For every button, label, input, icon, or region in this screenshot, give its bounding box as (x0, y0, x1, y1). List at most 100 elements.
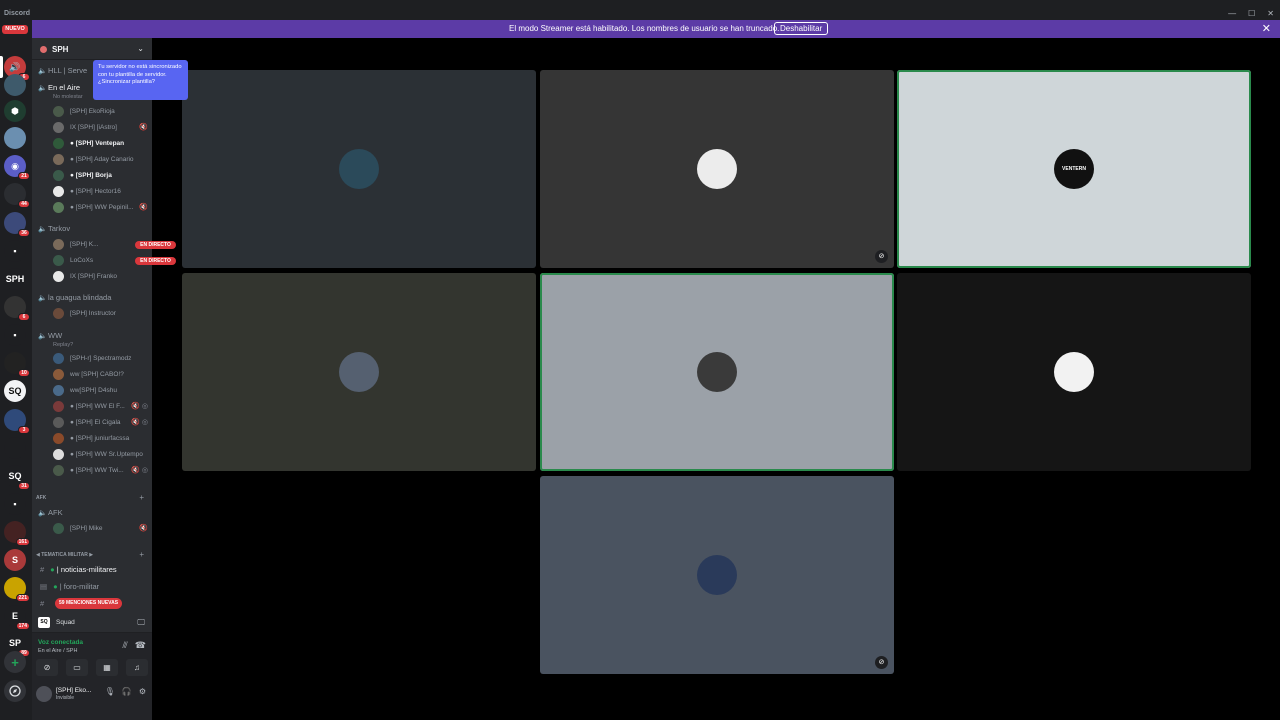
voice-member[interactable]: ● [SPH] WW Twi... 🔇 ◎ (53, 464, 148, 477)
member-name: ● [SPH] Aday Canario (70, 156, 134, 163)
server-gamepad-icon[interactable]: ◉ 21 (4, 155, 30, 180)
chevron-down-icon[interactable]: ⌄ (137, 44, 144, 53)
server-compass-icon[interactable]: 44 (4, 183, 30, 208)
text-channel-foro[interactable]: ▤ ● | foro-militar (40, 582, 99, 591)
new-mentions-badge[interactable]: 59 MENCIONES NUEVAS (55, 598, 123, 609)
video-tile[interactable] (540, 273, 894, 471)
noise-suppression-icon[interactable]: ⫻ (122, 640, 127, 651)
server-soldier-icon[interactable] (4, 74, 26, 96)
server-sph-icon[interactable]: SPH (4, 268, 26, 290)
voice-channel-afk[interactable]: 🔈AFK (38, 508, 63, 517)
server-header[interactable]: SPH ⌄ (32, 38, 152, 60)
mention-badge: 174 (15, 622, 30, 630)
server-sq-icon[interactable]: SQ 31 (4, 465, 30, 490)
headphones-icon[interactable]: 🎧 (122, 687, 132, 696)
voice-member[interactable]: ● [SPH] WW Sr.Uptempo (53, 448, 148, 461)
add-server-button[interactable]: + (4, 651, 26, 673)
member-name: ● [SPH] WW Twi... (70, 467, 124, 474)
server-grid-icon[interactable]: 3 (4, 409, 30, 434)
video-tile[interactable] (897, 273, 1251, 471)
server-map-icon[interactable]: 36 (4, 212, 30, 237)
server-hat-icon[interactable] (4, 127, 26, 149)
soundboard-button[interactable]: ♫ (126, 659, 148, 676)
microphone-icon[interactable]: 🎙 (105, 687, 115, 696)
avatar (53, 523, 64, 534)
add-channel-icon[interactable]: + (139, 550, 144, 559)
live-badge: EN DIRECTO (135, 257, 176, 265)
window-controls: — ☐ ✕ (1228, 9, 1274, 18)
disconnect-icon[interactable]: ☎ (135, 640, 146, 651)
server-s-icon[interactable]: S (4, 549, 26, 571)
voice-member[interactable]: ● [SPH] Borja (53, 169, 148, 182)
mention-badge: 44 (18, 200, 30, 208)
voice-member[interactable]: ● [SPH] juniurfacssa (53, 432, 148, 445)
server-red-icon[interactable]: 161 (4, 521, 30, 546)
voice-member[interactable]: ● [SPH] WW Pepinil... 🔇 (53, 201, 148, 214)
folder-1-icon[interactable]: ▪ (4, 240, 26, 262)
server-recon-icon[interactable]: SQ (4, 380, 26, 402)
muted-icon: 🔇 (139, 124, 148, 131)
server-helmet-icon[interactable] (4, 437, 26, 459)
voice-channel-guagua[interactable]: 🔈la guagua blindada (38, 293, 111, 302)
folder-3-icon[interactable]: ▪ (4, 493, 26, 515)
video-tile[interactable]: VENTERN (897, 70, 1251, 268)
text-channel-noticias[interactable]: # ● | noticias-militares (40, 565, 117, 574)
voice-member[interactable]: ● [SPH] Ventepan (53, 137, 148, 150)
window-close-button[interactable]: ✕ (1267, 9, 1274, 18)
voice-member[interactable]: [SPH] K... (53, 238, 148, 251)
voice-member[interactable]: ● [SPH] Aday Canario (53, 153, 148, 166)
compass-icon[interactable] (4, 680, 26, 702)
voice-channel-tarkov[interactable]: 🔈Tarkov (38, 224, 70, 233)
voice-member[interactable]: IX [SPH] Franko (53, 270, 148, 283)
voice-member[interactable]: [SPH] Mike 🔇 (53, 522, 148, 535)
screen-share-icon[interactable]: 🖵 (137, 618, 145, 628)
voice-member[interactable]: ● [SPH] WW El F... 🔇 ◎ (53, 400, 148, 413)
voice-channel-hll[interactable]: 🔈HLL | Serve (38, 66, 87, 75)
share-screen-button[interactable]: ▭ (66, 659, 88, 676)
app-name: Discord (4, 10, 31, 17)
avatar-pickle (697, 555, 737, 595)
member-name: [SPH] Instructor (70, 310, 116, 317)
server-yellow-icon[interactable]: 221 (4, 577, 30, 602)
maximize-button[interactable]: ☐ (1248, 9, 1255, 18)
banner-close-icon[interactable]: ✕ (1262, 22, 1271, 35)
disable-streamer-button[interactable]: Deshabilitar (774, 22, 829, 35)
voice-member[interactable]: LoCoXs (53, 254, 148, 267)
voice-channel-en-el-aire[interactable]: 🔈En el Aire (38, 83, 80, 92)
voice-member[interactable]: IX [SPH] [iAstro] 🔇 (53, 121, 148, 134)
category-afk[interactable]: AFK (36, 495, 46, 501)
video-tile[interactable] (182, 273, 536, 471)
avatar (53, 186, 64, 197)
server-cube-icon[interactable]: ⬢ (4, 100, 26, 122)
server-e-icon[interactable]: E 174 (4, 605, 30, 630)
voice-member[interactable]: ww[SPH] D4shu (53, 384, 148, 397)
category-tematica-militar[interactable]: ◀ TEMATICA MILITAR ▶ (36, 552, 93, 558)
activities-button[interactable]: ▦ (96, 659, 118, 676)
speaker-icon: 🔈 (38, 333, 47, 340)
voice-member[interactable]: [SPH-r] Spectramodz (53, 352, 148, 365)
server-dark-icon[interactable]: 6 (4, 296, 30, 321)
username[interactable]: [SPH] Eko... (56, 687, 91, 694)
minimize-button[interactable]: — (1228, 9, 1236, 18)
avatar[interactable] (36, 686, 52, 702)
voice-member[interactable]: [SPH] EkoRioja (53, 105, 148, 118)
voice-member[interactable]: [SPH] Instructor (53, 307, 148, 320)
server-wolf-icon[interactable]: 10 (4, 352, 30, 377)
voice-member[interactable]: ● [SPH] El Cigala 🔇 ◎ (53, 416, 148, 429)
avatar (53, 154, 64, 165)
voice-channel-ww[interactable]: 🔈WW (38, 331, 62, 340)
avatar (53, 369, 64, 380)
add-channel-icon[interactable]: + (139, 493, 144, 502)
voice-member[interactable]: ● [SPH] Hector16 (53, 185, 148, 198)
video-tile[interactable]: ⊘ (540, 476, 894, 674)
gear-icon[interactable]: ⚙ (139, 687, 146, 696)
camera-off-button[interactable]: ⊘ (36, 659, 58, 676)
avatar (53, 353, 64, 364)
voice-member[interactable]: ww [SPH] CABO!? (53, 368, 148, 381)
voice-channel-label[interactable]: En el Aire / SPH (38, 648, 77, 654)
video-tile[interactable]: ⊘ (540, 70, 894, 268)
video-tile[interactable] (182, 70, 536, 268)
sync-template-tooltip[interactable]: Tu servidor no está sincronizado con tu … (93, 60, 188, 100)
muted-icon: 🔇 (139, 204, 148, 211)
folder-2-icon[interactable]: ▪ (4, 324, 26, 346)
